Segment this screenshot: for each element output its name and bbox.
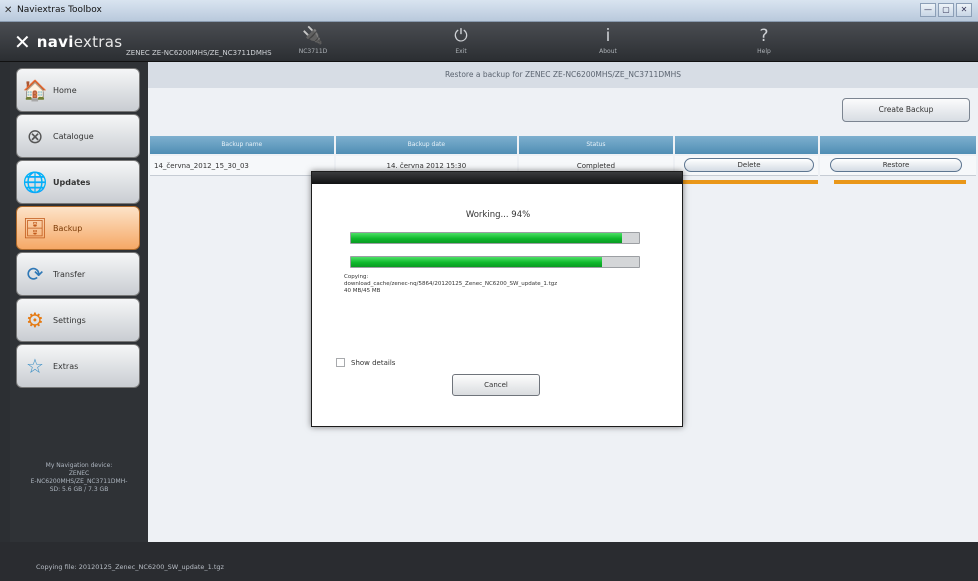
progress-bar-file [350,256,640,268]
logo-prefix: navi [36,33,74,51]
show-details-checkbox[interactable] [336,358,345,367]
delete-progress-bar [678,180,818,184]
status-text: Copying file: 20120125_Zenec_NC6200_SW_u… [36,563,224,571]
sidebar-item-updates[interactable]: 🌐 Updates [16,160,140,204]
device-info-title: My Navigation device: [45,462,113,469]
restore-button[interactable]: Restore [830,158,962,172]
sidebar: 🏠 Home ⊗ Catalogue 🌐 Updates 🗄 Backup ⟳ … [10,62,148,542]
device-name: ZENEC ZE-NC6200MHS/ZE_NC3711DMHS [126,49,272,57]
logo-x-icon: ✕ [14,30,31,54]
device-info-brand: ZENEC [68,470,90,477]
top-toolbar: ✕ naviextras ZENEC ZE-NC6200MHS/ZE_NC371… [0,22,978,62]
backup-table-header: Backup name Backup date Status [150,136,977,154]
status-bar: Copying file: 20120125_Zenec_NC6200_SW_u… [0,542,978,581]
toolbar-help-button[interactable]: ? Help [734,24,794,55]
show-details-toggle[interactable]: Show details [336,358,395,367]
star-icon: ☆ [26,354,44,378]
toolbar-exit-label: Exit [455,48,467,55]
minimize-button[interactable]: — [920,3,936,17]
toolbar-about-button[interactable]: i About [578,24,638,55]
gear-icon: ⚙ [26,308,44,332]
working-status: Working... 94% [465,210,531,220]
sidebar-item-label: Catalogue [53,131,94,141]
page-title: Restore a backup for ZENEC ZE-NC6200MHS/… [148,62,978,88]
sidebar-item-label: Settings [53,315,86,325]
backup-name-cell: 14_června_2012_15_30_03 [150,156,334,176]
column-header-name: Backup name [150,136,334,154]
plug-icon: 🔌 [302,26,324,46]
device-info-model: E-NC6200MHS/ZE_NC3711DMH- [30,478,128,485]
copy-info: Copying: download_cache/zenec-nq/5864/20… [344,274,664,295]
column-header-date: Backup date [335,136,518,154]
home-icon: 🏠 [22,78,48,102]
restore-progress-bar [834,180,966,184]
copying-label: Copying: [344,274,369,280]
sidebar-item-backup[interactable]: 🗄 Backup [16,206,140,250]
copying-size: 40 MB/45 MB [344,288,381,294]
create-backup-button[interactable]: Create Backup [842,98,970,122]
logo-suffix: extras [73,33,123,51]
maximize-button[interactable]: ▢ [938,3,954,17]
window-title: Naviextras Toolbox [17,5,102,15]
naviextras-logo: ✕ naviextras [14,32,122,52]
window-controls: — ▢ ✕ [920,3,972,17]
toolbar-about-label: About [599,48,617,55]
progress-bar-overall [350,232,640,244]
sidebar-item-label: Backup [53,223,83,233]
dialog-titlebar [312,172,682,184]
progress-dialog: Working... 94% Copying: download_cache/z… [311,171,683,427]
toolbar-device-button[interactable]: 🔌 NC3711D [283,24,343,55]
sidebar-item-label: Updates [53,177,91,187]
delete-button[interactable]: Delete [684,158,814,172]
catalogue-icon: ⊗ [26,124,44,148]
column-header-delete [674,136,819,154]
sidebar-item-settings[interactable]: ⚙ Settings [16,298,140,342]
app-icon: ✕ [4,5,13,16]
exit-icon: ⏻ [454,26,468,46]
toolbar-device-label: NC3711D [298,48,328,55]
sidebar-item-label: Extras [53,361,79,371]
transfer-icon: ⟳ [26,262,44,286]
window-titlebar: ✕ Naviextras Toolbox — ▢ ✕ [0,0,978,22]
toolbar-exit-button[interactable]: ⏻ Exit [431,24,491,55]
backup-icon: 🗄 [22,216,48,240]
device-info: My Navigation device: ZENEC E-NC6200MHS/… [10,462,148,494]
sidebar-item-home[interactable]: 🏠 Home [16,68,140,112]
column-header-status: Status [519,136,673,154]
progress-fill-overall [351,233,622,243]
cancel-button[interactable]: Cancel [452,374,540,396]
copying-file: download_cache/zenec-nq/5864/20120125_Ze… [344,281,558,287]
info-icon: i [605,26,611,46]
sidebar-item-transfer[interactable]: ⟳ Transfer [16,252,140,296]
show-details-label: Show details [351,358,396,367]
sidebar-item-label: Transfer [53,269,86,279]
sidebar-item-catalogue[interactable]: ⊗ Catalogue [16,114,140,158]
sidebar-item-label: Home [53,85,77,95]
device-info-storage: SD: 5.6 GB / 7.3 GB [49,486,109,493]
close-button[interactable]: ✕ [956,3,972,17]
column-header-restore [820,136,977,154]
progress-fill-file [351,257,602,267]
sidebar-item-extras[interactable]: ☆ Extras [16,344,140,388]
help-icon: ? [759,26,769,46]
globe-icon: 🌐 [22,170,48,194]
toolbar-help-label: Help [757,48,771,55]
